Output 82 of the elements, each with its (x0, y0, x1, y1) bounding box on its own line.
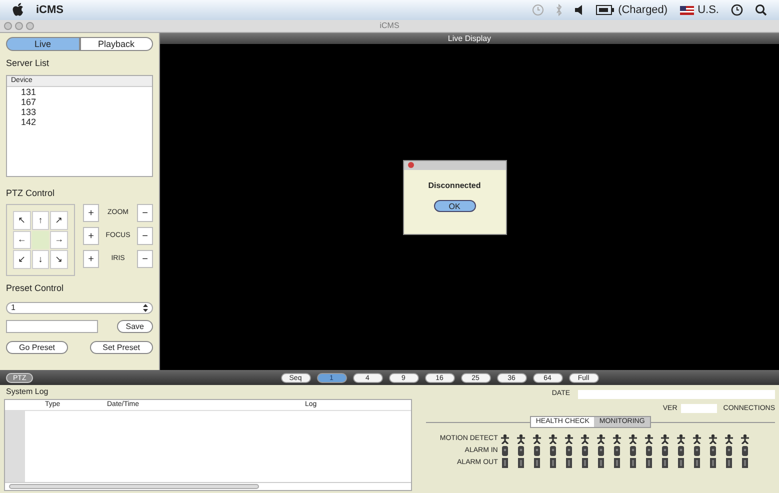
running-figure-icon (644, 434, 654, 444)
device-item[interactable]: 142 (7, 117, 152, 127)
battery-icon (596, 5, 614, 15)
stepper-icon (143, 304, 148, 312)
section-title: Preset Control (6, 282, 65, 295)
running-figure-icon (612, 434, 622, 444)
close-icon (408, 162, 414, 168)
clock-icon (532, 4, 544, 16)
plus-button[interactable]: + (83, 204, 99, 222)
version-field (681, 404, 718, 414)
sensor-icon (518, 446, 524, 456)
sensor-icon (694, 446, 700, 456)
device-item[interactable]: 131 (7, 87, 152, 97)
search-icon (755, 4, 767, 16)
running-figure-icon (516, 434, 526, 444)
plus-button[interactable]: + (83, 250, 99, 268)
running-figure-icon (692, 434, 702, 444)
device-item[interactable]: 167 (7, 97, 152, 107)
sensor-icon (662, 446, 668, 456)
running-figure-icon (532, 434, 542, 444)
sensor-icon (726, 446, 732, 456)
plus-button[interactable]: + (83, 227, 99, 245)
running-figure-icon (708, 434, 718, 444)
running-figure-icon (500, 434, 510, 444)
running-figure-icon (676, 434, 686, 444)
running-figure-icon (628, 434, 638, 444)
running-figure-icon (724, 434, 734, 444)
center-pad (32, 230, 50, 250)
go-preset-button[interactable]: Go Preset (6, 340, 68, 354)
running-figure-icon (740, 434, 750, 444)
direction-button[interactable]: ↖ (13, 211, 31, 230)
bluetooth-icon (556, 4, 562, 16)
direction-button[interactable]: ↑ (32, 211, 50, 230)
sensor-icon (710, 446, 716, 456)
sensor-icon (534, 446, 540, 456)
display-title: Live Display (160, 33, 779, 44)
mode-tab[interactable]: Playback (80, 37, 153, 51)
direction-button[interactable]: ↘ (50, 250, 68, 269)
dialog-message: Disconnected (427, 180, 482, 192)
section-title: Server List (6, 57, 50, 70)
direction-button[interactable]: ↙ (13, 250, 31, 269)
direction-button[interactable]: → (50, 230, 68, 250)
minus-button[interactable]: − (137, 250, 153, 268)
sensor-icon (502, 446, 508, 456)
ok-button[interactable]: OK (434, 200, 476, 212)
save-button[interactable]: Save (116, 320, 153, 332)
set-preset-button[interactable]: Set Preset (90, 340, 153, 354)
running-figure-icon (564, 434, 574, 444)
sensor-icon (678, 446, 684, 456)
minus-button[interactable]: − (137, 204, 153, 222)
sensor-icon (582, 446, 588, 456)
horizontal-scrollbar[interactable] (5, 482, 411, 490)
app-menu-title[interactable]: iCMS (36, 2, 64, 18)
running-figure-icon (548, 434, 558, 444)
running-figure-icon (596, 434, 606, 444)
direction-button[interactable]: ↓ (32, 250, 50, 269)
battery-status: (Charged) (618, 2, 668, 18)
preset-name-field[interactable] (6, 320, 98, 332)
clock-icon (731, 4, 743, 16)
sensor-icon (630, 446, 636, 456)
mode-tab[interactable]: Live (6, 37, 80, 51)
preset-value: 1 (11, 302, 16, 314)
sensor-icon (566, 446, 572, 456)
minus-button[interactable]: − (137, 227, 153, 245)
speaker-icon (574, 5, 584, 15)
window-title: iCMS (380, 20, 400, 32)
sensor-icon (550, 446, 556, 456)
direction-button[interactable]: ↗ (50, 211, 68, 230)
sensor-icon (614, 446, 620, 456)
section-title: System Log (5, 386, 50, 398)
sensor-icon (598, 446, 604, 456)
section-title: PTZ Control (6, 186, 56, 200)
input-source[interactable]: U.S. (698, 2, 719, 18)
flag-icon (680, 6, 694, 14)
running-figure-icon (660, 434, 670, 444)
preset-select[interactable]: 1 (6, 302, 153, 314)
direction-button[interactable]: ← (13, 230, 31, 250)
sensor-icon (646, 446, 652, 456)
apple-icon (12, 3, 24, 17)
running-figure-icon (580, 434, 590, 444)
device-item[interactable]: 133 (7, 107, 152, 117)
sensor-icon (742, 446, 748, 456)
